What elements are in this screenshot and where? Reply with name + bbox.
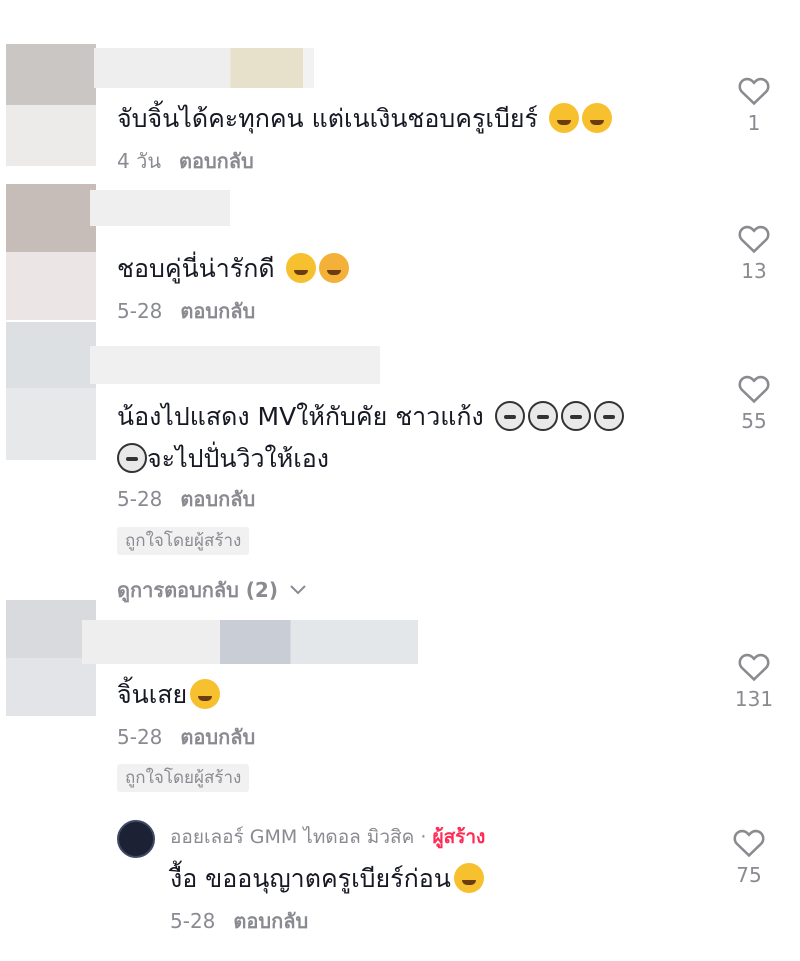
blurred-username[interactable] (82, 620, 418, 664)
comment-meta: 5-28 ตอบกลับ (117, 298, 255, 324)
panda-emoji-icon (560, 401, 591, 431)
smiling-hearts-emoji-icon (318, 253, 349, 283)
comment-text: จับจิ้นได้คะทุกคน แต่เนเงินชอบครูเบียร์ (117, 102, 612, 136)
creator-tag: ผู้สร้าง (432, 826, 486, 848)
heart-outline-icon (733, 829, 765, 858)
reply-button[interactable]: ตอบกลับ (179, 149, 254, 173)
like-button[interactable]: 55 (724, 372, 784, 434)
grinning-sweat-emoji-icon (453, 863, 484, 893)
panda-emoji-icon (527, 401, 558, 431)
view-replies-label: ดูการตอบกลับ (2) (117, 578, 278, 602)
comment-time: 4 วัน (117, 149, 161, 173)
blurred-username[interactable] (90, 190, 230, 226)
reply-button[interactable]: ตอบกลับ (233, 909, 308, 933)
liked-by-creator-badge: ถูกใจโดยผู้สร้าง (117, 764, 250, 792)
like-button[interactable]: 131 (724, 650, 784, 712)
reply-time: 5-28 (170, 909, 216, 933)
panda-emoji-icon (494, 401, 525, 431)
tears-of-joy-emoji-icon (190, 679, 221, 709)
reply-button[interactable]: ตอบกลับ (180, 725, 255, 749)
like-count: 131 (734, 687, 774, 711)
heart-outline-icon (738, 77, 770, 106)
comment-text-content: จิ้นเสย (117, 680, 188, 709)
blurred-avatar[interactable] (6, 44, 96, 166)
heart-outline-icon (738, 225, 770, 254)
rofl-emoji-icon (581, 103, 612, 133)
comment-meta: 5-28 ตอบกลับ (117, 724, 255, 750)
reply-meta: 5-28 ตอบกลับ (170, 908, 308, 934)
blurred-username[interactable] (94, 48, 314, 88)
comment-text: จะไปปั่นวิวให้เอง (117, 442, 329, 476)
comment-time: 5-28 (117, 725, 163, 749)
heart-outline-icon (738, 375, 770, 404)
creator-avatar[interactable] (117, 820, 155, 858)
reply-button[interactable]: ตอบกลับ (180, 299, 255, 323)
comment-text: ชอบคู่นี่น่ารักดี (117, 252, 349, 286)
reply-text: งื้อ ขออนุญาตครูเบียร์ก่อน (170, 862, 484, 896)
blurred-avatar[interactable] (6, 322, 96, 460)
like-count: 13 (741, 259, 767, 283)
blurred-username[interactable] (90, 346, 380, 384)
creator-author-line: ออยเลอร์ GMM ไทดอล มิวสิค · ผู้สร้าง (170, 824, 485, 850)
reply-button[interactable]: ตอบกลับ (180, 487, 255, 511)
like-count: 1 (747, 111, 761, 135)
like-count: 75 (736, 863, 762, 887)
comment-text: น้องไปแสดง MVให้กับคัย ชาวแก้ง (117, 400, 624, 434)
comment-text: จิ้นเสย (117, 678, 221, 712)
chevron-down-icon (290, 585, 306, 595)
comment-text-content: ชอบคู่นี่น่ารักดี (117, 254, 275, 283)
separator-dot: · (420, 826, 427, 848)
blurred-avatar[interactable] (6, 184, 96, 320)
like-button[interactable]: 13 (724, 222, 784, 284)
flushed-emoji-icon (285, 253, 316, 283)
reply-text-content: งื้อ ขออนุญาตครูเบียร์ก่อน (170, 864, 451, 893)
rofl-emoji-icon (548, 103, 579, 133)
comment-time: 5-28 (117, 487, 163, 511)
comment-text-content: จับจิ้นได้คะทุกคน แต่เนเงินชอบครูเบียร์ (117, 104, 538, 133)
heart-outline-icon (738, 653, 770, 682)
panda-emoji-icon (117, 443, 147, 473)
creator-username[interactable]: ออยเลอร์ GMM ไทดอล มิวสิค (170, 826, 414, 848)
comment-time: 5-28 (117, 299, 163, 323)
comment-text-content: น้องไปแสดง MVให้กับคัย ชาวแก้ง (117, 402, 484, 431)
liked-by-creator-badge: ถูกใจโดยผู้สร้าง (117, 527, 250, 555)
comment-meta: 5-28 ตอบกลับ (117, 486, 255, 512)
like-button[interactable]: 1 (724, 74, 784, 136)
comment-meta: 4 วัน ตอบกลับ (117, 148, 254, 174)
panda-emoji-icon (593, 401, 624, 431)
comment-text-content: จะไปปั่นวิวให้เอง (147, 444, 330, 473)
like-button[interactable]: 75 (719, 826, 779, 888)
view-replies-button[interactable]: ดูการตอบกลับ (2) (117, 577, 307, 603)
like-count: 55 (741, 409, 767, 433)
